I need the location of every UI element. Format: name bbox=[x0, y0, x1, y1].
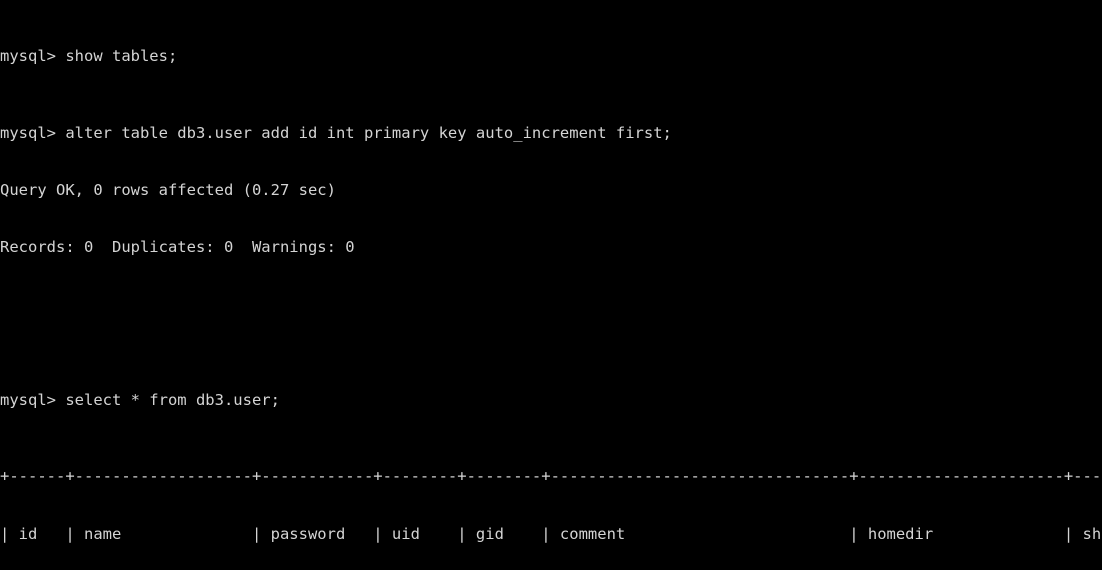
terminal-window[interactable]: mysql> show tables; mysql> alter table d… bbox=[0, 0, 1102, 570]
terminal-output: mysql> show tables; mysql> alter table d… bbox=[0, 0, 1102, 570]
table-header-row: | id | name | password | uid | gid | com… bbox=[0, 524, 1102, 543]
command-line-alter: mysql> alter table db3.user add id int p… bbox=[0, 123, 672, 142]
scrolled-partial-line: mysql> show tables; bbox=[0, 47, 178, 66]
query-status-line: Query OK, 0 rows affected (0.27 sec) bbox=[0, 180, 336, 199]
table-border-top: +------+-------------------+------------… bbox=[0, 467, 1102, 486]
query-details-line: Records: 0 Duplicates: 0 Warnings: 0 bbox=[0, 238, 355, 257]
command-line-select: mysql> select * from db3.user; bbox=[0, 390, 280, 409]
